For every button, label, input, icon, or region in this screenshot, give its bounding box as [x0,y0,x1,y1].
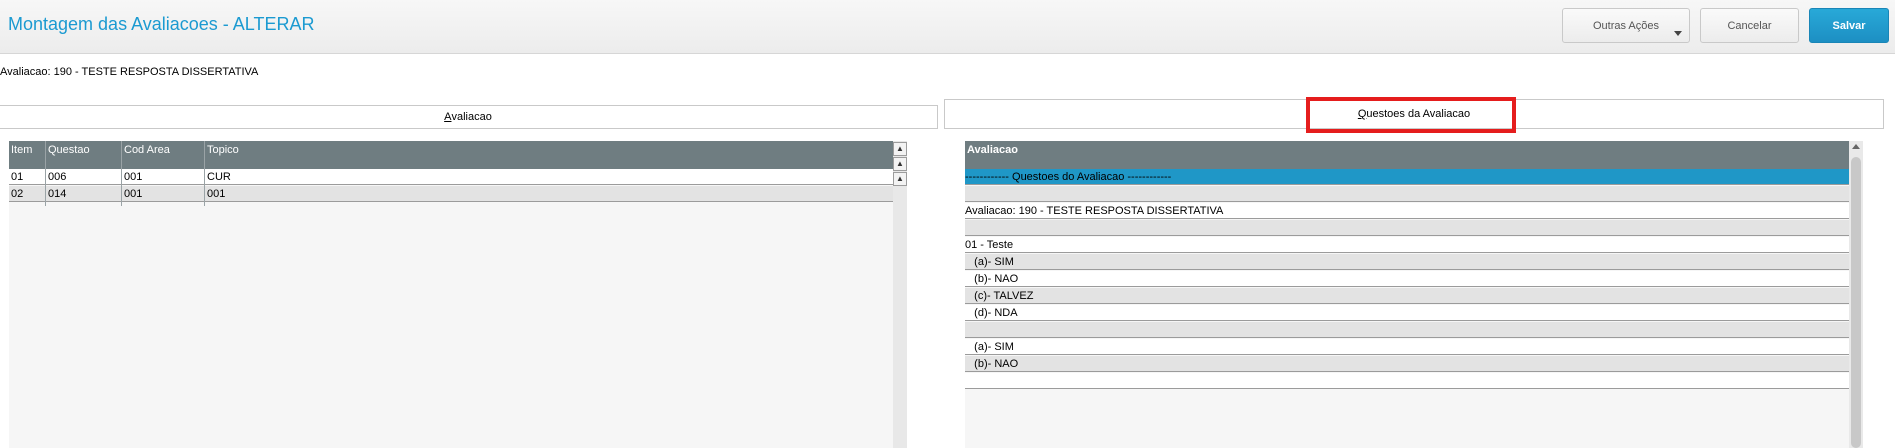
preview-row[interactable]: (a)- SIM [965,339,1849,355]
tab-avaliacao-label: valiacao [451,111,492,123]
preview-row[interactable]: (d)- NDA [965,305,1849,321]
tab-questoes[interactable]: Questoes da Avaliacao [944,99,1884,129]
tab-questoes-accel: Q [1357,108,1367,120]
tab-avaliacao[interactable]: Avaliacao [0,105,938,129]
column-header-questao[interactable]: Questao [48,144,90,156]
preview-row[interactable]: (b)- NAO [965,271,1849,287]
left-grid-scrollbar[interactable]: ▲ ▲ ▲ [893,141,907,448]
cell-cod-area: 001 [124,171,143,183]
grid-header: Item Questao Cod Area Topico [9,141,893,169]
preview-row[interactable] [965,322,1849,338]
more-actions-label: Outras Ações [1592,19,1660,32]
save-button[interactable]: Salvar [1809,8,1889,43]
preview-row[interactable]: (c)- TALVEZ [965,288,1849,304]
preview-row[interactable]: (a)- SIM [965,254,1849,270]
scroll-thumb[interactable] [1851,157,1861,448]
preview-row[interactable] [965,373,1849,389]
table-row[interactable]: 02 014 001 001 [9,186,893,202]
questions-grid[interactable]: Item Questao Cod Area Topico 01 006 001 … [9,141,893,448]
preview-row[interactable] [965,186,1849,202]
column-header-item[interactable]: Item [11,144,32,156]
cell-cod-area: 001 [124,188,143,200]
scroll-up-icon[interactable]: ▲ [893,172,907,186]
column-divider [121,141,122,206]
scroll-top-icon[interactable]: ▲ [893,142,907,156]
preview-row[interactable] [965,220,1849,236]
column-header-cod-area[interactable]: Cod Area [124,144,170,156]
preview-header: Avaliacao [965,141,1849,169]
cell-questao: 014 [48,188,67,200]
cell-item: 02 [11,188,24,200]
cell-topico: 001 [207,188,226,200]
preview-row[interactable]: (b)- NAO [965,356,1849,372]
scroll-up-icon[interactable] [1852,144,1860,149]
cancel-button[interactable]: Cancelar [1700,8,1799,43]
tab-questoes-label: uestoes da Avaliacao [1366,108,1471,120]
cell-topico: CUR [207,171,231,183]
evaluation-preview-grid[interactable]: Avaliacao ------------ Questoes do Avali… [965,141,1849,448]
preview-row[interactable]: 01 - Teste [965,237,1849,253]
column-divider [204,141,205,206]
top-bar: Montagem das Avaliacoes - ALTERAR Outras… [0,0,1895,54]
preview-row[interactable]: ------------ Questoes do Avaliacao -----… [965,169,1849,185]
cell-item: 01 [11,171,24,183]
table-row[interactable]: 01 006 001 CUR [9,169,893,185]
right-grid-scrollbar[interactable] [1849,141,1863,448]
more-actions-button[interactable]: Outras Ações [1562,8,1690,43]
tab-avaliacao-accel: A [444,111,452,123]
column-header-topico[interactable]: Topico [207,144,239,156]
column-divider [45,141,46,206]
scroll-page-up-icon[interactable]: ▲ [893,157,907,171]
page-title: Montagem das Avaliacoes - ALTERAR [8,14,315,34]
cell-questao: 006 [48,171,67,183]
evaluation-label: Avaliacao: 190 - TESTE RESPOSTA DISSERTA… [0,66,259,78]
chevron-down-icon [1674,31,1682,36]
preview-row[interactable]: Avaliacao: 190 - TESTE RESPOSTA DISSERTA… [965,203,1849,219]
